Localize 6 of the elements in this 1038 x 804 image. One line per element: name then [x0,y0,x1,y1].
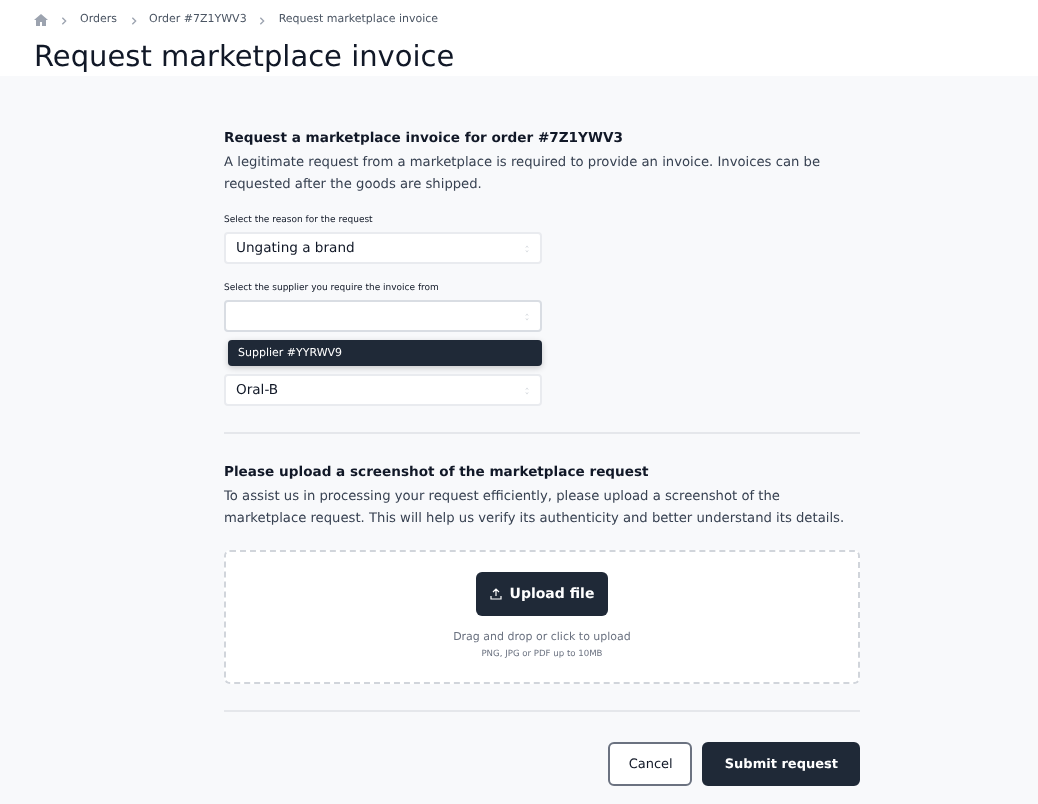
chevron-right-icon [129,15,137,25]
chevron-right-icon [60,15,68,25]
upload-icon [489,588,502,600]
home-icon[interactable] [34,14,48,26]
chevron-right-icon [258,15,267,25]
page-title: Request marketplace invoice [34,42,457,74]
